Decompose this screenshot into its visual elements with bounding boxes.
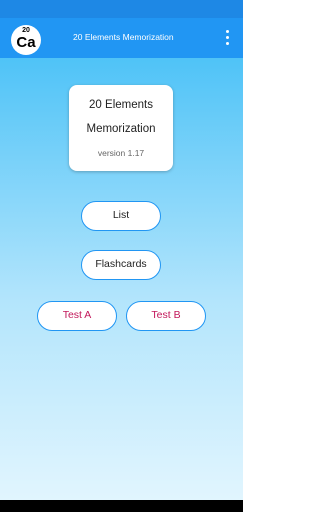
- app-bar: 20 Ca 20 Elements Memorization: [0, 18, 243, 58]
- test-a-button[interactable]: Test A: [37, 301, 117, 331]
- calcium-logo-icon: 20 Ca: [11, 25, 41, 55]
- app-title: 20 Elements Memorization: [73, 32, 174, 42]
- card-title-line1: 20 Elements: [89, 99, 153, 111]
- test-b-button[interactable]: Test B: [126, 301, 206, 331]
- status-bar: [0, 0, 243, 18]
- version-label: version 1.17: [97, 148, 145, 158]
- main-content: 20 Elements Memorization version 1.17 Li…: [0, 58, 243, 500]
- logo-element-symbol: Ca: [16, 34, 36, 51]
- title-card: 20 Elements Memorization version 1.17: [69, 85, 173, 171]
- navigation-bar: [0, 500, 243, 512]
- more-vert-icon[interactable]: [220, 30, 234, 46]
- flashcards-button[interactable]: Flashcards: [81, 250, 161, 280]
- card-title-line2: Memorization: [86, 123, 156, 135]
- list-button[interactable]: List: [81, 201, 161, 231]
